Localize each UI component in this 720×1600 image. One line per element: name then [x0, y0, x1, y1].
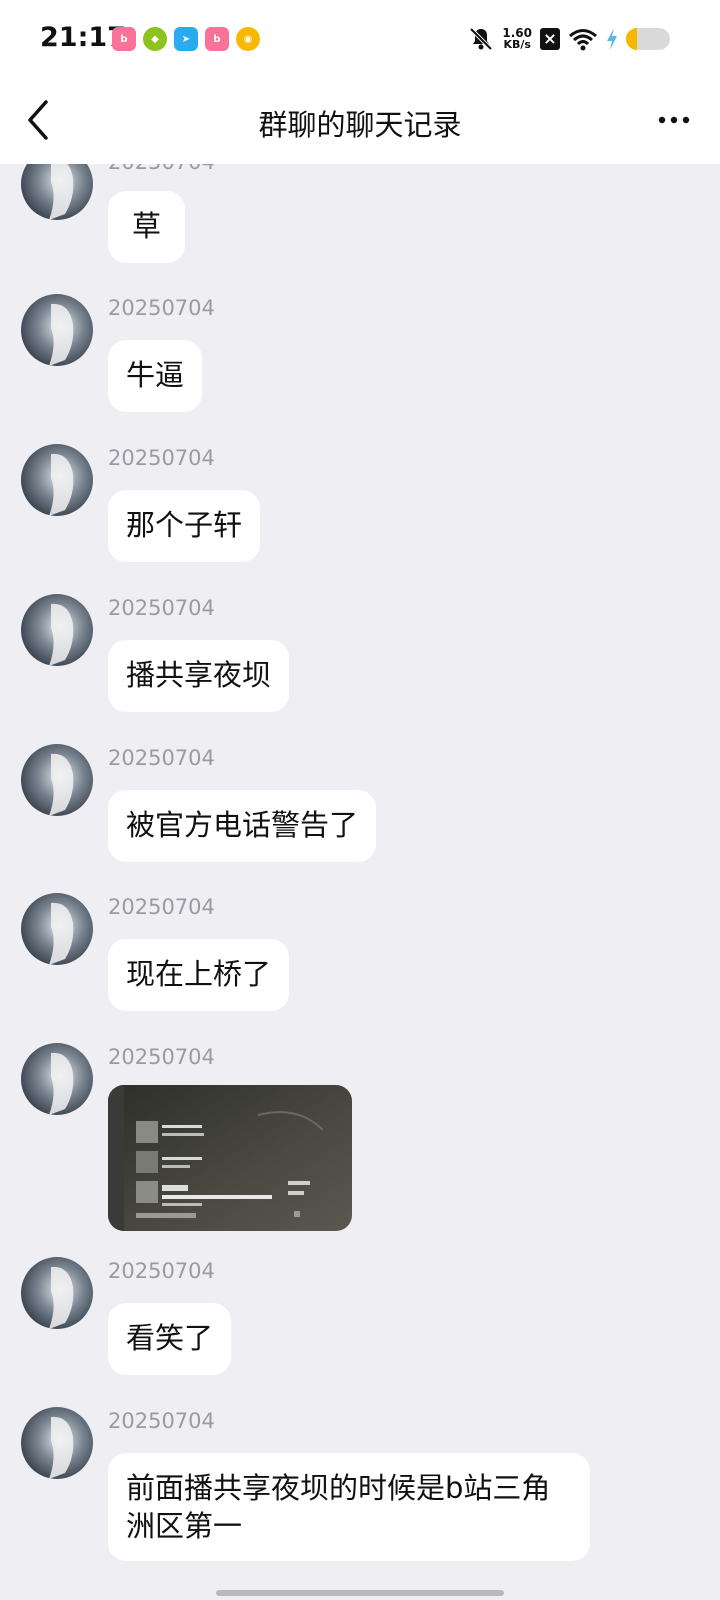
message-bubble[interactable]: 前面播共享夜坝的时候是b站三角洲区第一 [108, 1453, 590, 1561]
avatar[interactable] [21, 1257, 93, 1329]
avatar[interactable] [21, 444, 93, 516]
status-bar: 21:17 b ◆ ➤ b ◉ 1.60 KB/s × [0, 0, 720, 80]
image-message[interactable] [108, 1085, 352, 1231]
sender-name: 20250704 [108, 446, 215, 470]
sender-name: 20250704 [108, 296, 215, 320]
sender-name: 20250704 [108, 746, 215, 770]
message-bubble[interactable]: 那个子轩 [108, 490, 261, 562]
message-bubble[interactable]: 被官方电话警告了 [108, 790, 377, 862]
avatar[interactable] [21, 164, 93, 220]
telegram-icon: ➤ [174, 27, 198, 51]
network-speed-unit: KB/s [503, 38, 531, 51]
nav-bar: 群聊的聊天记录 [0, 80, 720, 164]
mute-bell-icon [469, 27, 493, 51]
home-indicator[interactable] [216, 1590, 504, 1596]
message-bubble[interactable]: 现在上桥了 [108, 939, 290, 1011]
sender-name: 20250704 [108, 895, 215, 919]
battery-indicator [626, 28, 670, 50]
avatar[interactable] [21, 893, 93, 965]
wifi-icon [569, 29, 597, 51]
sender-name: 20250704 [108, 164, 215, 174]
message-bubble[interactable]: 看笑了 [108, 1303, 232, 1375]
avatar[interactable] [21, 594, 93, 666]
x-notification-icon: × [540, 28, 560, 50]
weibo-icon: ◉ [236, 27, 260, 51]
sender-name: 20250704 [108, 596, 215, 620]
chat-history-list[interactable]: 20250704 草 20250704 牛逼 20250704 那个子轩 202… [0, 164, 720, 1600]
sender-name: 20250704 [108, 1409, 215, 1433]
game-screenshot-image [108, 1085, 352, 1231]
message-bubble[interactable]: 牛逼 [108, 340, 203, 412]
avatar[interactable] [21, 1043, 93, 1115]
page-title: 群聊的聊天记录 [258, 108, 462, 142]
avatar[interactable] [21, 294, 93, 366]
bilibili-icon: b [112, 27, 136, 51]
notification-icons: b ◆ ➤ b ◉ [112, 27, 260, 51]
more-dots-icon [658, 116, 690, 124]
charging-bolt-icon [607, 28, 617, 50]
message-bubble[interactable]: 播共享夜坝 [108, 640, 290, 712]
status-indicators: 1.60 KB/s × [468, 26, 670, 52]
message-bubble[interactable]: 草 [108, 191, 186, 263]
battery-fill [626, 28, 637, 50]
bilibili-icon: b [205, 27, 229, 51]
leaf-app-icon: ◆ [143, 27, 167, 51]
network-speed: 1.60 KB/s [502, 27, 532, 51]
more-button[interactable] [654, 102, 694, 138]
sender-name: 20250704 [108, 1045, 215, 1069]
avatar[interactable] [21, 744, 93, 816]
sender-name: 20250704 [108, 1259, 215, 1283]
avatar[interactable] [21, 1407, 93, 1479]
